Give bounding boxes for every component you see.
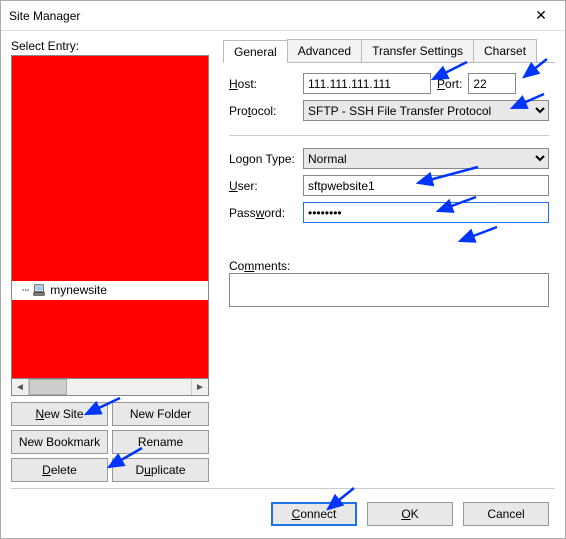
user-label: User: [229, 179, 297, 193]
user-input[interactable] [303, 175, 549, 196]
cancel-button[interactable]: Cancel [463, 502, 549, 526]
close-button[interactable]: ✕ [521, 3, 561, 29]
server-icon [32, 283, 46, 297]
host-input[interactable] [303, 73, 431, 94]
comments-textarea[interactable] [229, 273, 549, 307]
tab-transfer-settings[interactable]: Transfer Settings [361, 39, 474, 62]
comments-label: Comments: [229, 259, 549, 273]
site-name: mynewsite [50, 283, 107, 297]
port-label: Port: [437, 77, 462, 91]
select-entry-label: Select Entry: [11, 39, 209, 53]
protocol-label: Protocol: [229, 104, 297, 118]
site-tree-item[interactable]: ⋯ mynewsite [22, 283, 107, 297]
right-panel: General Advanced Transfer Settings Chars… [223, 39, 555, 482]
titlebar: Site Manager ✕ [1, 1, 565, 31]
delete-button[interactable]: Delete [11, 458, 108, 482]
tree-connector: ⋯ [22, 283, 28, 297]
footer: Connect OK Cancel [11, 488, 555, 538]
password-input[interactable] [303, 202, 549, 223]
logon-type-label: Logon Type: [229, 152, 297, 166]
scroll-left-arrow[interactable]: ◄ [12, 379, 29, 395]
tab-charset[interactable]: Charset [473, 39, 537, 62]
scroll-thumb[interactable] [29, 379, 67, 395]
connect-button[interactable]: Connect [271, 502, 357, 526]
new-bookmark-button[interactable]: New Bookmark [11, 430, 108, 454]
divider [229, 135, 549, 136]
site-manager-window: Site Manager ✕ Select Entry: ⋯ mynewsite… [0, 0, 566, 539]
redacted-block-2 [12, 300, 208, 378]
general-form: Host: Port: Protocol: SFTP - SSH File Tr… [223, 63, 555, 307]
new-folder-button[interactable]: New Folder [112, 402, 209, 426]
tab-bar: General Advanced Transfer Settings Chars… [223, 39, 555, 63]
logon-type-select[interactable]: Normal [303, 148, 549, 169]
horizontal-scrollbar[interactable]: ◄ ► [11, 379, 209, 396]
port-input[interactable] [468, 73, 516, 94]
password-label: Password: [229, 206, 297, 220]
redacted-block [12, 56, 208, 281]
host-label: Host: [229, 77, 297, 91]
left-panel: Select Entry: ⋯ mynewsite ◄ ► Ne [11, 39, 209, 482]
rename-button[interactable]: Rename [112, 430, 209, 454]
tab-advanced[interactable]: Advanced [287, 39, 362, 62]
tab-general[interactable]: General [223, 40, 288, 63]
site-tree[interactable]: ⋯ mynewsite [11, 55, 209, 379]
new-site-button[interactable]: New Site [11, 402, 108, 426]
ok-button[interactable]: OK [367, 502, 453, 526]
window-title: Site Manager [9, 9, 521, 23]
scroll-right-arrow[interactable]: ► [191, 379, 208, 395]
protocol-select[interactable]: SFTP - SSH File Transfer Protocol [303, 100, 549, 121]
duplicate-button[interactable]: Duplicate [112, 458, 209, 482]
